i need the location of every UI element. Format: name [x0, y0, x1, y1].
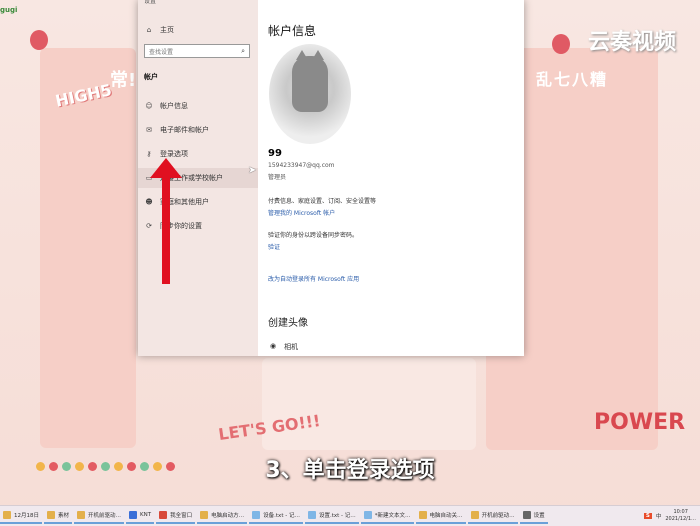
taskbar-item[interactable]: 开机前驱动…	[467, 508, 518, 524]
taskbar-item[interactable]: KNT	[126, 508, 155, 524]
verify-link[interactable]: 验证	[268, 242, 280, 251]
user-email: 1594233947@qq.com	[268, 162, 335, 169]
settings-sidebar: 设置 ⌂ 主页 查找设置 ⌕ 帐户 ☺ 帐户信息 ✉ 电子邮件和帐户 ⚷ 登录选…	[138, 0, 258, 356]
folder-icon	[470, 511, 479, 519]
window-title: 设置	[144, 0, 157, 5]
tutorial-caption: 3、单击登录选项	[265, 458, 435, 483]
folder-icon	[200, 511, 209, 519]
logo-text: gugi	[0, 6, 18, 14]
sticker-power: POWER	[594, 410, 686, 435]
camera-icon: ◉	[270, 342, 277, 350]
username: 99	[268, 148, 282, 159]
wallpaper-panel-left	[40, 48, 136, 448]
clock[interactable]: 10:07 2021/12/1…	[665, 509, 696, 523]
auto-signin-link[interactable]: 改为自动登录所有 Microsoft 应用	[268, 274, 359, 283]
account-info-pane: 帐户信息 99 1594233947@qq.com 管理员 付费信息、家庭设置、…	[260, 0, 524, 356]
camera-label: 相机	[284, 343, 299, 351]
settings-window: 设置 ⌂ 主页 查找设置 ⌕ 帐户 ☺ 帐户信息 ✉ 电子邮件和帐户 ⚷ 登录选…	[138, 0, 524, 356]
cat-photo	[292, 50, 328, 112]
home-icon: ⌂	[146, 26, 152, 34]
folder-icon	[418, 511, 427, 519]
sidebar-item-family[interactable]: ☻ 家庭和其他用户	[138, 192, 258, 212]
clock-date: 2021/12/1…	[665, 516, 696, 522]
taskbar-item[interactable]: 设置.txt - 记…	[304, 508, 359, 524]
account-description: 付费信息、家庭设置、订阅、安全设置等	[268, 198, 377, 205]
key-icon: ⚷	[146, 150, 152, 158]
sidebar-item-account-info[interactable]: ☺ 帐户信息	[138, 96, 258, 116]
user-role: 管理员	[268, 174, 287, 181]
mouse-cursor-icon: ➤	[248, 165, 257, 176]
create-avatar-heading: 创建头像	[268, 318, 308, 329]
page-title: 帐户信息	[268, 24, 317, 38]
verify-description: 验证你的身份以跨设备同步密码。	[268, 232, 359, 239]
sidebar-item-email-accounts[interactable]: ✉ 电子邮件和帐户	[138, 120, 258, 140]
folder-icon	[77, 511, 86, 519]
person-icon: ☺	[145, 102, 153, 110]
camera-option[interactable]: ◉ 相机	[270, 342, 298, 352]
mail-icon: ✉	[146, 126, 152, 134]
sidebar-item-sync[interactable]: ⟳ 同步你的设置	[138, 216, 258, 236]
folder-icon	[3, 511, 11, 519]
search-placeholder: 查找设置	[149, 49, 174, 56]
taskbar-item[interactable]: 电脑自动关…	[415, 508, 466, 524]
avatar	[269, 44, 351, 144]
sticker-chang: 常!	[110, 70, 137, 91]
sticker-luan: 乱七八糟	[536, 70, 609, 89]
balloon-icon	[30, 30, 48, 50]
taskbar-item[interactable]: 12月18日	[0, 508, 42, 524]
sidebar-item-label: 电子邮件和帐户	[160, 126, 209, 134]
taskbar-item[interactable]: 电脑启动方…	[197, 508, 248, 524]
taskbar-item[interactable]: 设备.txt - 记…	[249, 508, 303, 524]
app-icon	[159, 511, 168, 519]
notepad-icon	[363, 511, 372, 519]
search-input[interactable]: 查找设置 ⌕	[144, 44, 250, 58]
taskbar-item[interactable]: 素材	[44, 508, 73, 524]
taskbar-item[interactable]: 设置	[519, 508, 548, 524]
ime-indicator[interactable]: 中	[656, 512, 662, 520]
manage-account-link[interactable]: 管理我的 Microsoft 帐户	[268, 208, 335, 217]
taskbar-item[interactable]: 开机前驱动…	[74, 508, 125, 524]
sidebar-item-label: 帐户信息	[160, 102, 188, 110]
video-brand-watermark: 云奏视频	[588, 30, 677, 55]
folder-icon	[47, 511, 55, 519]
sidebar-item-label: 主页	[160, 26, 174, 34]
sidebar-item-home[interactable]: ⌂ 主页	[138, 20, 258, 40]
taskbar-item[interactable]: *新建文本文…	[360, 508, 414, 524]
taskbar-item[interactable]: 我全窗口	[156, 508, 196, 524]
app-icon	[129, 511, 138, 519]
notepad-icon	[252, 511, 261, 519]
taskbar: 12月18日 素材 开机前驱动… KNT 我全窗口 电脑启动方… 设备.txt …	[0, 505, 700, 526]
sync-icon: ⟳	[146, 222, 152, 230]
balloon-icon	[552, 34, 570, 54]
tray-brand-icon[interactable]: S	[643, 513, 652, 519]
gear-icon	[522, 511, 531, 519]
sidebar-section-header: 帐户	[144, 73, 158, 81]
red-arrow-shaft	[162, 172, 170, 284]
clock-time: 10:07	[673, 509, 688, 515]
family-icon: ☻	[145, 198, 153, 206]
system-tray: S 中 10:07 2021/12/1…	[643, 509, 700, 523]
search-icon: ⌕	[241, 47, 245, 55]
notepad-icon	[307, 511, 316, 519]
wallpaper-panel-bottom	[262, 358, 476, 450]
